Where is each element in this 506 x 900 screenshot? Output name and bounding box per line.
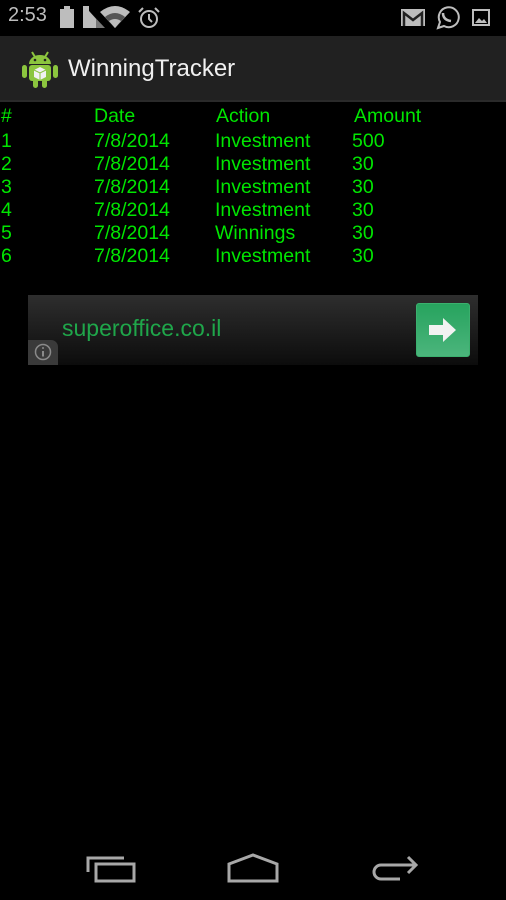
row-amount: 500: [352, 130, 385, 152]
back-icon: [372, 855, 419, 881]
row-action: Investment: [215, 176, 311, 198]
info-icon: [34, 343, 52, 361]
arrow-right-icon: [429, 318, 456, 342]
row-action: Investment: [215, 199, 311, 221]
row-amount: 30: [352, 176, 374, 198]
row-amount: 30: [352, 245, 374, 267]
row-amount: 30: [352, 199, 374, 221]
status-time: 2:53: [8, 4, 47, 26]
gallery-icon: [472, 9, 490, 30]
home-icon: [227, 853, 279, 883]
row-number: 2: [1, 153, 12, 175]
app-title: WinningTracker: [68, 55, 236, 82]
row-number: 4: [1, 199, 12, 221]
android-app-icon[interactable]: [22, 50, 58, 88]
row-action: Winnings: [215, 222, 296, 244]
whatsapp-icon: [434, 4, 460, 34]
ad-info-button[interactable]: [28, 340, 58, 365]
table-row[interactable]: 1 7/8/2014 Investment 500: [0, 130, 506, 153]
navigation-bar: [0, 840, 506, 900]
row-number: 1: [1, 130, 12, 152]
row-date: 7/8/2014: [94, 153, 170, 175]
row-number: 3: [1, 176, 12, 198]
table-header: # Date Action Amount: [0, 105, 506, 130]
back-button[interactable]: [358, 840, 448, 900]
ad-go-button[interactable]: [416, 303, 470, 357]
alarm-icon: [137, 6, 161, 34]
row-date: 7/8/2014: [94, 199, 170, 221]
column-header-number: #: [1, 105, 12, 127]
row-date: 7/8/2014: [94, 245, 170, 267]
gmail-icon: [401, 9, 425, 30]
home-button[interactable]: [208, 840, 298, 900]
row-action: Investment: [215, 130, 311, 152]
table-row[interactable]: 6 7/8/2014 Investment 30: [0, 245, 506, 268]
transactions-table: # Date Action Amount 1 7/8/2014 Investme…: [0, 105, 506, 268]
row-amount: 30: [352, 222, 374, 244]
row-date: 7/8/2014: [94, 130, 170, 152]
status-bar: 2:53: [0, 0, 506, 36]
row-date: 7/8/2014: [94, 222, 170, 244]
recent-apps-button[interactable]: [66, 840, 156, 900]
wifi-icon: [100, 6, 130, 32]
battery-icon: [60, 6, 74, 32]
table-row[interactable]: 3 7/8/2014 Investment 30: [0, 176, 506, 199]
row-date: 7/8/2014: [94, 176, 170, 198]
table-row[interactable]: 5 7/8/2014 Winnings 30: [0, 222, 506, 245]
row-amount: 30: [352, 153, 374, 175]
row-number: 5: [1, 222, 12, 244]
column-header-date: Date: [94, 105, 136, 127]
table-row[interactable]: 4 7/8/2014 Investment 30: [0, 199, 506, 222]
recent-apps-icon: [86, 856, 136, 883]
row-action: Investment: [215, 245, 311, 267]
ad-banner[interactable]: superoffice.co.il: [28, 295, 478, 365]
row-number: 6: [1, 245, 12, 267]
table-row[interactable]: 2 7/8/2014 Investment 30: [0, 153, 506, 176]
action-bar: WinningTracker: [0, 36, 506, 102]
column-header-action: Action: [216, 105, 271, 127]
column-header-amount: Amount: [354, 105, 422, 127]
ad-text[interactable]: superoffice.co.il: [62, 315, 221, 342]
row-action: Investment: [215, 153, 311, 175]
